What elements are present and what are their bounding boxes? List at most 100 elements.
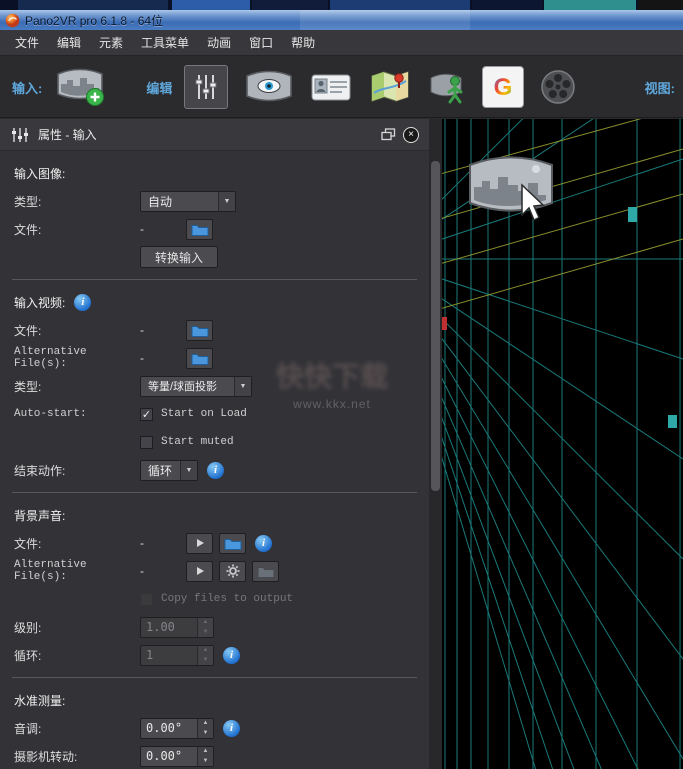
info-icon[interactable]: i (223, 720, 240, 737)
menu-window[interactable]: 窗口 (240, 30, 282, 55)
section-background-sound: 背景声音: (14, 507, 65, 524)
panel-header[interactable]: 属性 - 输入 × (0, 119, 429, 151)
contact-sheet-button[interactable] (310, 71, 352, 103)
projection-value: 等量/球面投影 (141, 378, 234, 394)
background-window-fragment (252, 0, 328, 10)
menu-bar: 文件 编辑 元素 工具菜单 动画 窗口 帮助 (0, 30, 683, 56)
panel-title: 属性 - 输入 (38, 126, 97, 143)
browse-image-button[interactable] (186, 219, 213, 240)
start-on-load-checkbox[interactable]: ✓ (140, 408, 153, 421)
spin-up-icon[interactable]: ▲ (198, 747, 213, 757)
app-icon[interactable] (5, 13, 20, 28)
projection-dropdown[interactable]: 等量/球面投影 ▼ (140, 376, 252, 397)
tour-map-button[interactable] (368, 69, 412, 105)
file-label: 文件: (14, 221, 140, 238)
panorama-placeholder[interactable] (464, 151, 564, 234)
copy-files-label: Copy files to output (161, 593, 293, 605)
divider (12, 279, 417, 280)
loop-label: 循环: (14, 647, 140, 664)
browse-sound-button[interactable] (219, 533, 246, 554)
panel-body: 输入图像: 类型: 自动 ▼ 文件: - 转换输入 输入视频: i (0, 151, 429, 769)
viewer-button[interactable] (244, 68, 294, 106)
undock-button[interactable] (381, 128, 396, 141)
folder-icon (257, 565, 275, 578)
file-value: - (140, 222, 186, 236)
animation-editor-button[interactable] (538, 67, 578, 107)
sound-file-value: - (140, 536, 186, 550)
viewer-viewport[interactable] (442, 119, 683, 769)
play-alt-sound-button[interactable] (186, 561, 213, 582)
figure-icon (428, 68, 468, 106)
panel-scrollbar[interactable] (429, 119, 442, 769)
start-muted-checkbox[interactable]: ✓ (140, 436, 153, 449)
browse-alt-video-button[interactable] (186, 348, 213, 369)
background-window-fragment (18, 0, 168, 10)
copy-files-checkbox: ✓ (140, 593, 153, 606)
scrollbar-thumb[interactable] (431, 161, 440, 491)
section-leveling: 水准测量: (14, 692, 65, 709)
spin-up-icon: ▲ (198, 646, 213, 656)
menu-edit[interactable]: 编辑 (48, 30, 90, 55)
folder-icon (191, 324, 209, 337)
input-type-dropdown[interactable]: 自动 ▼ (140, 191, 236, 212)
menu-help[interactable]: 帮助 (282, 30, 324, 55)
video-type-label: 类型: (14, 378, 140, 395)
type-label: 类型: (14, 193, 140, 210)
pitch-input[interactable] (141, 719, 197, 738)
video-alt-value: - (140, 351, 186, 365)
convert-input-button[interactable]: 转换输入 (140, 246, 218, 268)
spin-down-icon[interactable]: ▼ (198, 728, 213, 738)
properties-panel-button[interactable] (184, 65, 228, 109)
info-icon[interactable]: i (74, 294, 91, 311)
browse-alt-sound-button[interactable] (252, 561, 279, 582)
toolbar-input-label: 输入: (12, 78, 42, 97)
info-icon[interactable]: i (223, 647, 240, 664)
film-reel-icon (538, 67, 578, 107)
grid-marker (668, 415, 677, 428)
loop-input (141, 646, 197, 665)
roll-spinner[interactable]: ▲▼ (140, 746, 214, 767)
window-title: Pano2VR pro 6.1.8 - 64位 (25, 12, 163, 29)
info-icon[interactable]: i (207, 462, 224, 479)
google-maps-button[interactable]: G (482, 66, 524, 108)
add-input-button[interactable] (54, 66, 106, 108)
level-spinner: ▲▼ (140, 617, 214, 638)
grid-marker-red (442, 317, 447, 330)
end-action-label: 结束动作: (14, 462, 140, 479)
background-window-fragment (330, 0, 470, 10)
info-icon[interactable]: i (255, 535, 272, 552)
menu-animation[interactable]: 动画 (198, 30, 240, 55)
browse-video-button[interactable] (186, 320, 213, 341)
background-window-fragment (172, 0, 250, 10)
play-icon (195, 566, 205, 576)
divider (12, 492, 417, 493)
spin-up-icon: ▲ (198, 618, 213, 628)
components-button[interactable] (428, 68, 468, 106)
spin-down-icon[interactable]: ▼ (198, 756, 213, 766)
menu-elements[interactable]: 元素 (90, 30, 132, 55)
level-input (141, 618, 197, 637)
menu-file[interactable]: 文件 (6, 30, 48, 55)
play-sound-button[interactable] (186, 533, 213, 554)
roll-input[interactable] (141, 747, 197, 766)
pitch-label: 音调: (14, 720, 140, 737)
end-action-dropdown[interactable]: 循环 ▼ (140, 460, 198, 481)
spin-down-icon: ▼ (198, 627, 213, 637)
sound-settings-button[interactable] (219, 561, 246, 582)
spin-up-icon[interactable]: ▲ (198, 719, 213, 729)
background-window-fragment (472, 0, 542, 10)
properties-panel: 属性 - 输入 × 输入图像: 类型: 自动 ▼ 文件: - (0, 119, 429, 769)
close-panel-button[interactable]: × (403, 127, 419, 143)
panorama-viewer-icon (244, 68, 294, 106)
video-file-value: - (140, 323, 186, 337)
window-titlebar[interactable]: Pano2VR pro 6.1.8 - 64位 (0, 10, 683, 30)
folder-icon (191, 352, 209, 365)
map-icon (368, 69, 412, 105)
sound-alt-value: - (140, 564, 186, 578)
divider (12, 677, 417, 678)
gear-icon (226, 564, 240, 578)
folder-icon (224, 537, 242, 550)
main-toolbar: 输入: 编辑 (0, 57, 683, 118)
menu-tools[interactable]: 工具菜单 (132, 30, 198, 55)
pitch-spinner[interactable]: ▲▼ (140, 718, 214, 739)
